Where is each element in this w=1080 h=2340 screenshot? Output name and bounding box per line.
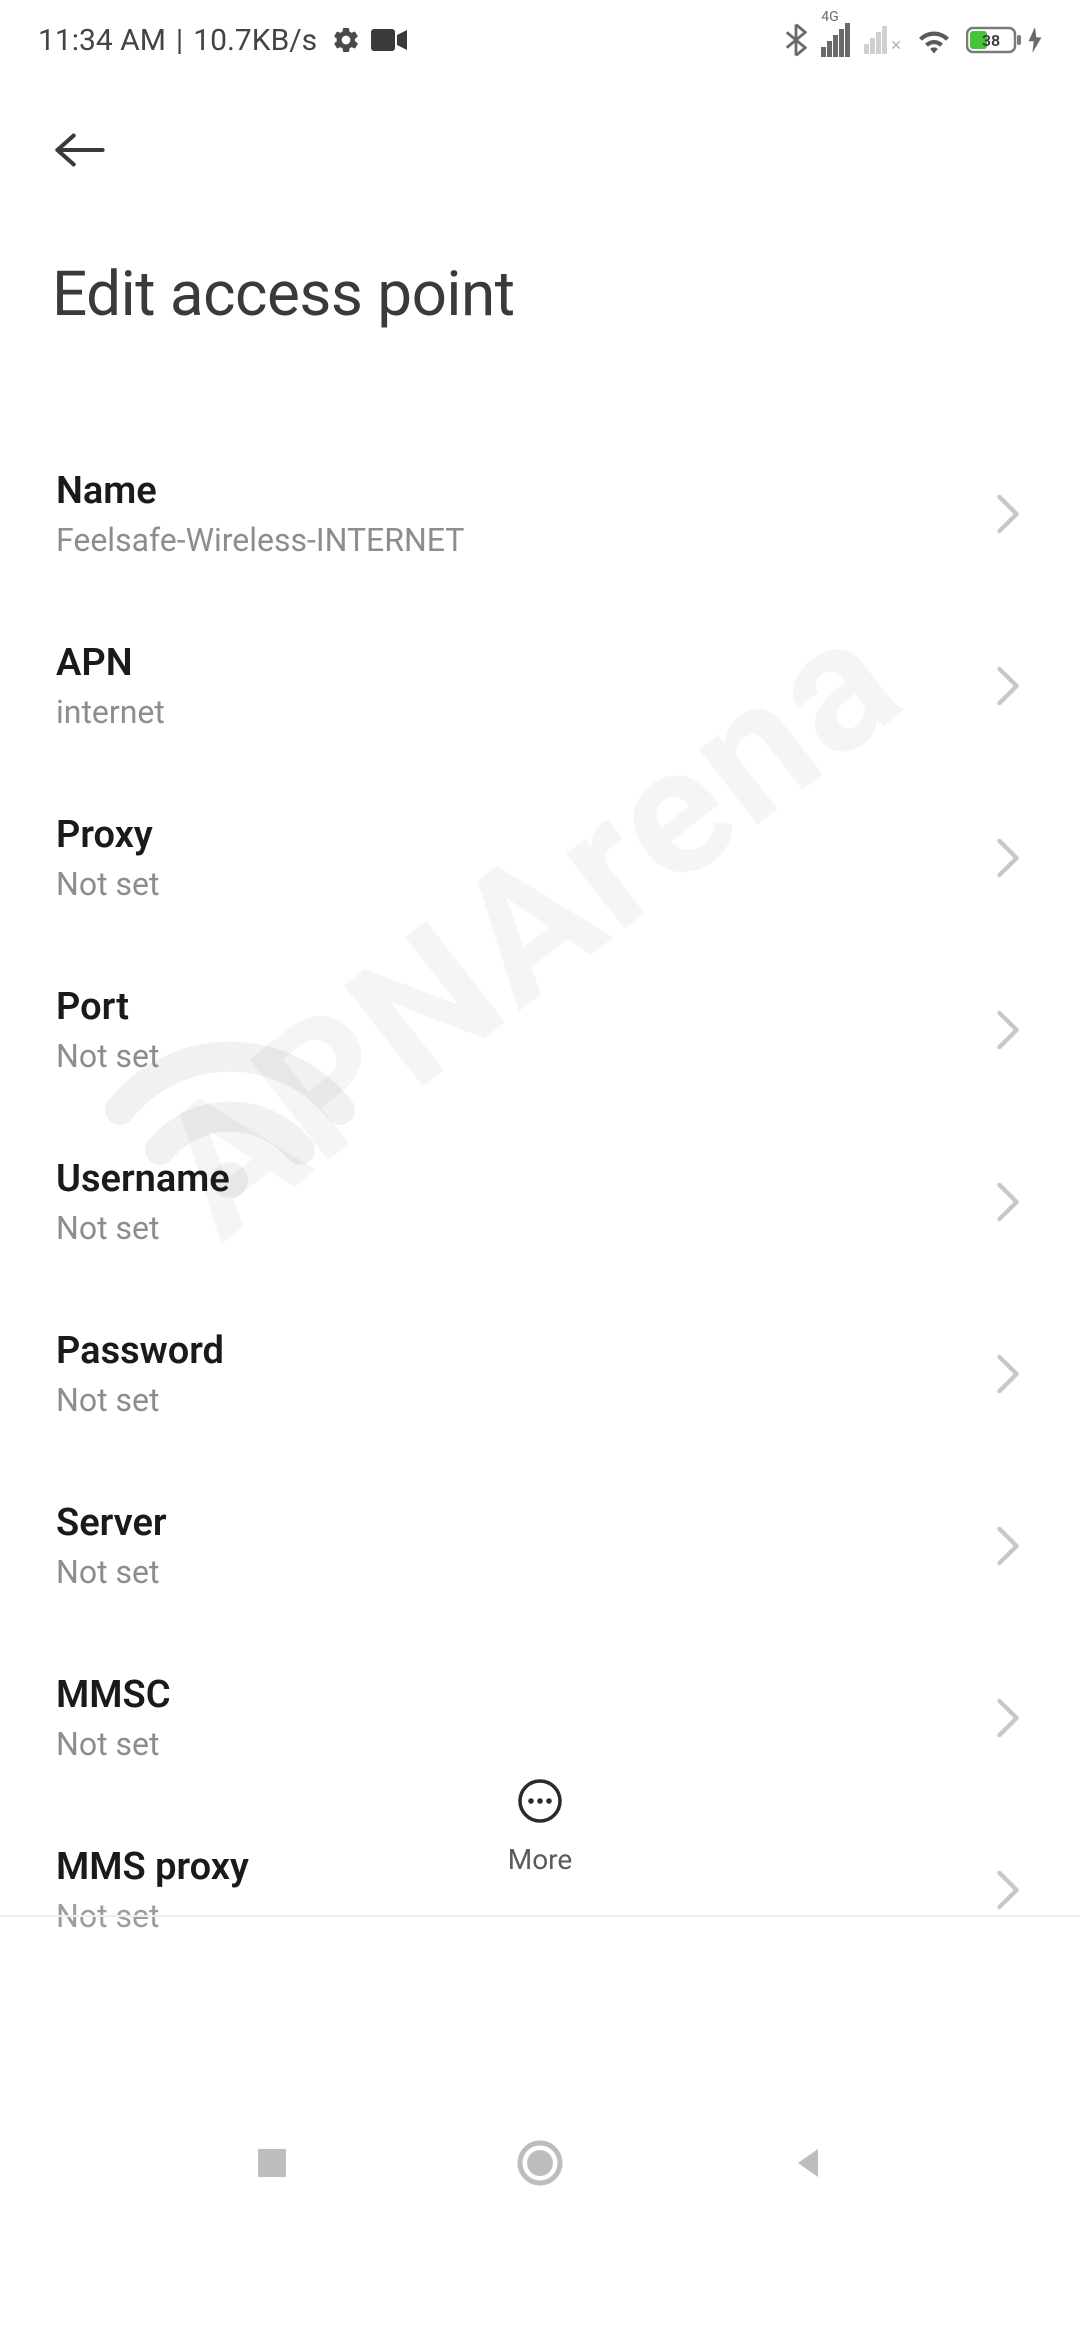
- setting-value: Not set: [56, 1209, 230, 1247]
- status-bar: 11:34 AM | 10.7KB/s 4G ✕: [0, 0, 1080, 80]
- nav-back-button[interactable]: [788, 2143, 828, 2187]
- chevron-right-icon: [996, 1182, 1024, 1222]
- battery-icon: 38: [966, 25, 1042, 55]
- more-button[interactable]: More: [508, 1777, 573, 1885]
- page-title: Edit access point: [52, 258, 1028, 331]
- chevron-right-icon: [996, 666, 1024, 706]
- nav-recent-button[interactable]: [252, 2143, 292, 2187]
- setting-value: Not set: [56, 1725, 171, 1763]
- signal-4g-icon: 4G: [821, 23, 850, 57]
- setting-value: Not set: [56, 1553, 167, 1591]
- setting-row-username[interactable]: Username Not set: [56, 1119, 1024, 1291]
- setting-value: internet: [56, 693, 165, 731]
- navigation-bar: [0, 2085, 1080, 2245]
- chevron-right-icon: [996, 838, 1024, 878]
- nav-home-button[interactable]: [516, 2139, 564, 2191]
- status-time: 11:34 AM: [38, 23, 166, 58]
- wifi-icon: [916, 26, 952, 54]
- setting-value: Not set: [56, 865, 159, 903]
- camera-icon: [371, 27, 407, 53]
- setting-label: Password: [56, 1329, 224, 1373]
- chevron-right-icon: [996, 494, 1024, 534]
- setting-label: Server: [56, 1501, 167, 1545]
- svg-text:38: 38: [982, 31, 1000, 50]
- bottom-action-bar: More: [0, 1777, 1080, 1917]
- status-data-rate: 10.7KB/s: [193, 23, 317, 58]
- setting-row-proxy[interactable]: Proxy Not set: [56, 775, 1024, 947]
- setting-row-name[interactable]: Name Feelsafe-Wireless-INTERNET: [56, 431, 1024, 603]
- setting-row-apn[interactable]: APN internet: [56, 603, 1024, 775]
- setting-label: Proxy: [56, 813, 159, 857]
- setting-label: APN: [56, 641, 165, 685]
- status-right: 4G ✕ 38: [785, 23, 1042, 57]
- setting-row-server[interactable]: Server Not set: [56, 1463, 1024, 1635]
- header: Edit access point: [0, 80, 1080, 331]
- setting-label: Name: [56, 469, 464, 513]
- chevron-right-icon: [996, 1698, 1024, 1738]
- more-label: More: [508, 1843, 573, 1876]
- setting-row-password[interactable]: Password Not set: [56, 1291, 1024, 1463]
- more-icon: [516, 1777, 564, 1829]
- gear-icon: [331, 25, 361, 55]
- back-button[interactable]: [52, 122, 108, 178]
- setting-label: Username: [56, 1157, 230, 1201]
- chevron-right-icon: [996, 1010, 1024, 1050]
- setting-value: Not set: [56, 1037, 159, 1075]
- setting-label: Port: [56, 985, 159, 1029]
- chevron-right-icon: [996, 1354, 1024, 1394]
- status-left: 11:34 AM | 10.7KB/s: [38, 23, 407, 58]
- settings-list: Name Feelsafe-Wireless-INTERNET APN inte…: [0, 431, 1080, 1945]
- status-separator: |: [176, 23, 183, 58]
- signal-no-sim-icon: ✕: [864, 26, 902, 54]
- bluetooth-icon: [785, 23, 807, 57]
- setting-row-port[interactable]: Port Not set: [56, 947, 1024, 1119]
- setting-value: Not set: [56, 1381, 224, 1419]
- setting-label: MMSC: [56, 1673, 171, 1717]
- setting-value: Feelsafe-Wireless-INTERNET: [56, 521, 464, 559]
- chevron-right-icon: [996, 1526, 1024, 1566]
